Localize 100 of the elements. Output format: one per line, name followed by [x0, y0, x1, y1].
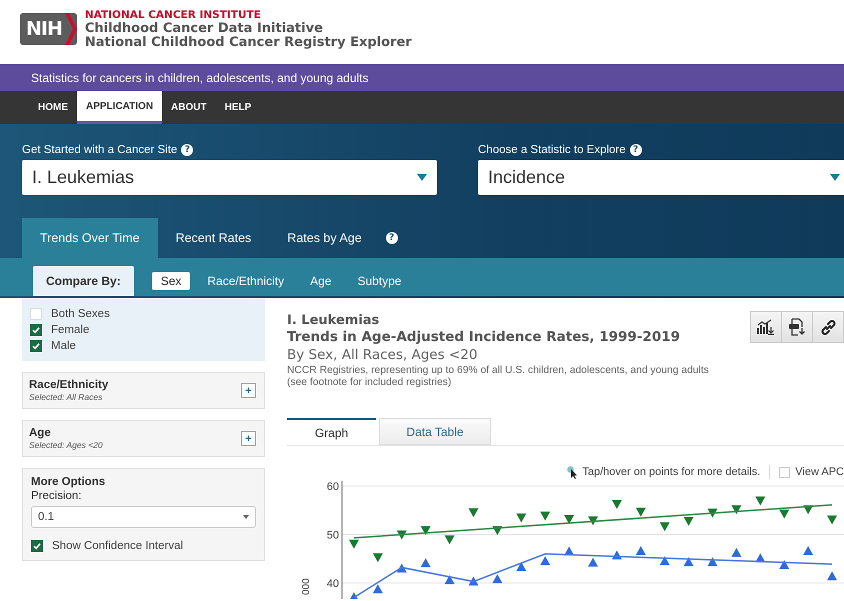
chart-hint: Tap/hover on points for more details. [582, 466, 760, 478]
site-title: Childhood Cancer Data Initiative [84, 22, 324, 36]
data-point[interactable] [420, 526, 431, 536]
data-point[interactable] [372, 584, 383, 594]
data-point[interactable] [636, 546, 646, 555]
data-point[interactable] [779, 560, 790, 570]
filter-summary: Selected: All Races [29, 392, 104, 402]
data-point[interactable] [708, 508, 718, 518]
checkbox-label: View APC [795, 466, 844, 478]
data-point[interactable] [468, 508, 478, 518]
filter-title: Race/Ethnicity [29, 379, 108, 391]
data-point[interactable] [755, 496, 766, 506]
data-source-note: NCCR Registries, representing up to 69% of all U.S. children, adolescents, and young adults (see footnote for included registries) [287, 365, 710, 389]
data-point[interactable] [731, 505, 742, 514]
data-point[interactable] [660, 556, 670, 566]
data-point[interactable] [540, 556, 550, 566]
copy-link-button[interactable] [812, 311, 844, 343]
data-point[interactable] [612, 500, 622, 509]
y-tick-label: 40 [326, 578, 339, 590]
data-point[interactable] [564, 514, 574, 524]
view-tab[interactable]: Trends Over Time [22, 218, 158, 258]
compare-tab[interactable]: Age [301, 272, 340, 290]
data-point[interactable] [827, 571, 838, 580]
data-point[interactable] [444, 535, 455, 544]
data-point[interactable] [516, 514, 526, 523]
checkbox-label: Female [51, 324, 90, 336]
checkbox[interactable] [31, 540, 43, 552]
data-point[interactable] [636, 508, 646, 517]
filter-title: Age [29, 427, 52, 439]
cancer-site-heading: I. Leukemias [287, 313, 380, 329]
panel-title: More Options [31, 476, 106, 488]
dropdown-field[interactable]: Incidence [478, 160, 844, 195]
y-tick-label: 50 [326, 530, 339, 542]
view-tab[interactable]: Recent Rates [158, 218, 270, 258]
field-label: Choose a Statistic to Explore [478, 144, 626, 156]
checkbox-label: Male [51, 340, 76, 352]
expand-button[interactable]: + [241, 383, 256, 398]
compare-label: Compare By: [33, 266, 134, 296]
data-point[interactable] [420, 558, 431, 568]
data-point[interactable] [612, 550, 622, 560]
nav-link[interactable]: HELP [216, 91, 260, 124]
compare-tab[interactable]: Subtype [348, 272, 410, 290]
checkbox[interactable] [30, 340, 42, 352]
nav-link[interactable]: ABOUT [162, 91, 216, 124]
data-point[interactable] [564, 546, 574, 556]
dropdown-field[interactable]: I. Leukemias [22, 160, 437, 195]
data-point[interactable] [348, 540, 359, 549]
compare-tab[interactable]: Race/Ethnicity [198, 272, 294, 290]
link-icon [820, 318, 836, 336]
nav-link[interactable]: APPLICATION [77, 91, 162, 124]
chart-title: Trends in Age-Adjusted Incidence Rates, 1999-2019 [287, 329, 681, 346]
expand-button[interactable]: + [241, 431, 256, 446]
checkbox-label: Both Sexes [51, 308, 110, 320]
checkbox-label: Show Confidence Interval [52, 540, 184, 552]
checkbox[interactable] [30, 324, 42, 336]
data-point[interactable] [516, 562, 526, 571]
agency-name: NATIONAL CANCER INSTITUTE [84, 8, 262, 22]
data-point[interactable] [468, 576, 478, 586]
compare-tab[interactable]: Sex [152, 272, 190, 290]
data-point[interactable] [372, 553, 383, 562]
help-icon[interactable]: ? [181, 144, 194, 156]
data-point[interactable] [803, 546, 814, 555]
data-point[interactable] [660, 522, 670, 532]
download-document-button[interactable] [781, 311, 813, 343]
y-tick-label: 60 [326, 481, 339, 493]
filter-summary: Selected: Ages <20 [29, 440, 103, 450]
data-point[interactable] [492, 526, 502, 536]
data-point[interactable] [588, 558, 598, 567]
data-point[interactable] [755, 553, 766, 562]
data-point[interactable] [684, 516, 694, 526]
data-point[interactable] [803, 505, 814, 514]
data-point[interactable] [588, 516, 598, 526]
view-tab[interactable]: Rates by Age [269, 218, 380, 258]
data-point[interactable] [348, 592, 359, 599]
content-tab[interactable]: Data Table [379, 418, 491, 445]
data-point[interactable] [731, 548, 742, 557]
nav-link[interactable]: HOME [29, 91, 77, 124]
caret-icon [417, 174, 427, 181]
field-label: Get Started with a Cancer Site [22, 144, 178, 156]
help-icon[interactable]: ? [630, 144, 642, 156]
tagline-banner: Statistics for cancers in children, adolescents, and young adults [0, 64, 844, 91]
data-point[interactable] [396, 563, 407, 572]
data-point[interactable] [779, 510, 790, 519]
data-point[interactable] [492, 574, 502, 584]
bar-chart-download-icon [757, 319, 775, 335]
data-point[interactable] [444, 575, 455, 584]
data-point[interactable] [827, 515, 838, 524]
caret-icon [243, 515, 249, 519]
data-point[interactable] [708, 557, 718, 566]
site-title: National Childhood Cancer Registry Explorer [84, 36, 412, 50]
help-icon[interactable]: ? [386, 232, 398, 244]
data-point[interactable] [396, 530, 407, 540]
data-point[interactable] [540, 512, 550, 521]
chart-subtitle: By Sex, All Races, Ages <20 [287, 346, 478, 364]
caret-icon [830, 174, 840, 181]
y-axis-label: 000 [301, 578, 312, 595]
precision-dropdown[interactable]: 0.1 [31, 506, 256, 528]
data-point[interactable] [684, 557, 694, 566]
pointer-icon [567, 466, 578, 478]
download-chart-button[interactable] [750, 311, 782, 343]
